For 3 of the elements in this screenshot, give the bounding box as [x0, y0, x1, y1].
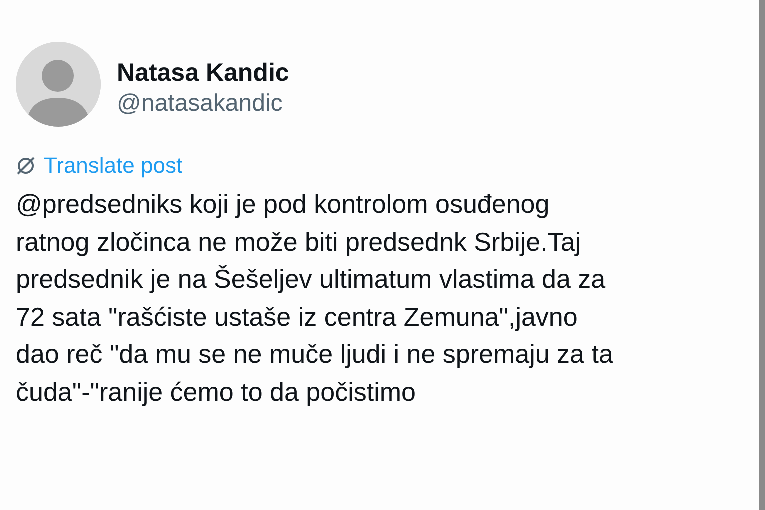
author-name[interactable]: Natasa Kandic — [117, 58, 290, 88]
author-handle[interactable]: @natasakandic — [117, 88, 290, 120]
post-text: @predsedniks koji je pod kontrolom osuđenog ratnog zločinca ne može biti predsednk Srbije.Taj predsednik je na Šešeljev ultimatum vlastima da za 72 sata "rašćiste ustaše iz centra Zemuna",javno dao reč "da mu se ne muče ljudi i ne spremaju za ta čuda"-"ranije ćemo to da počistimo — [16, 188, 614, 408]
